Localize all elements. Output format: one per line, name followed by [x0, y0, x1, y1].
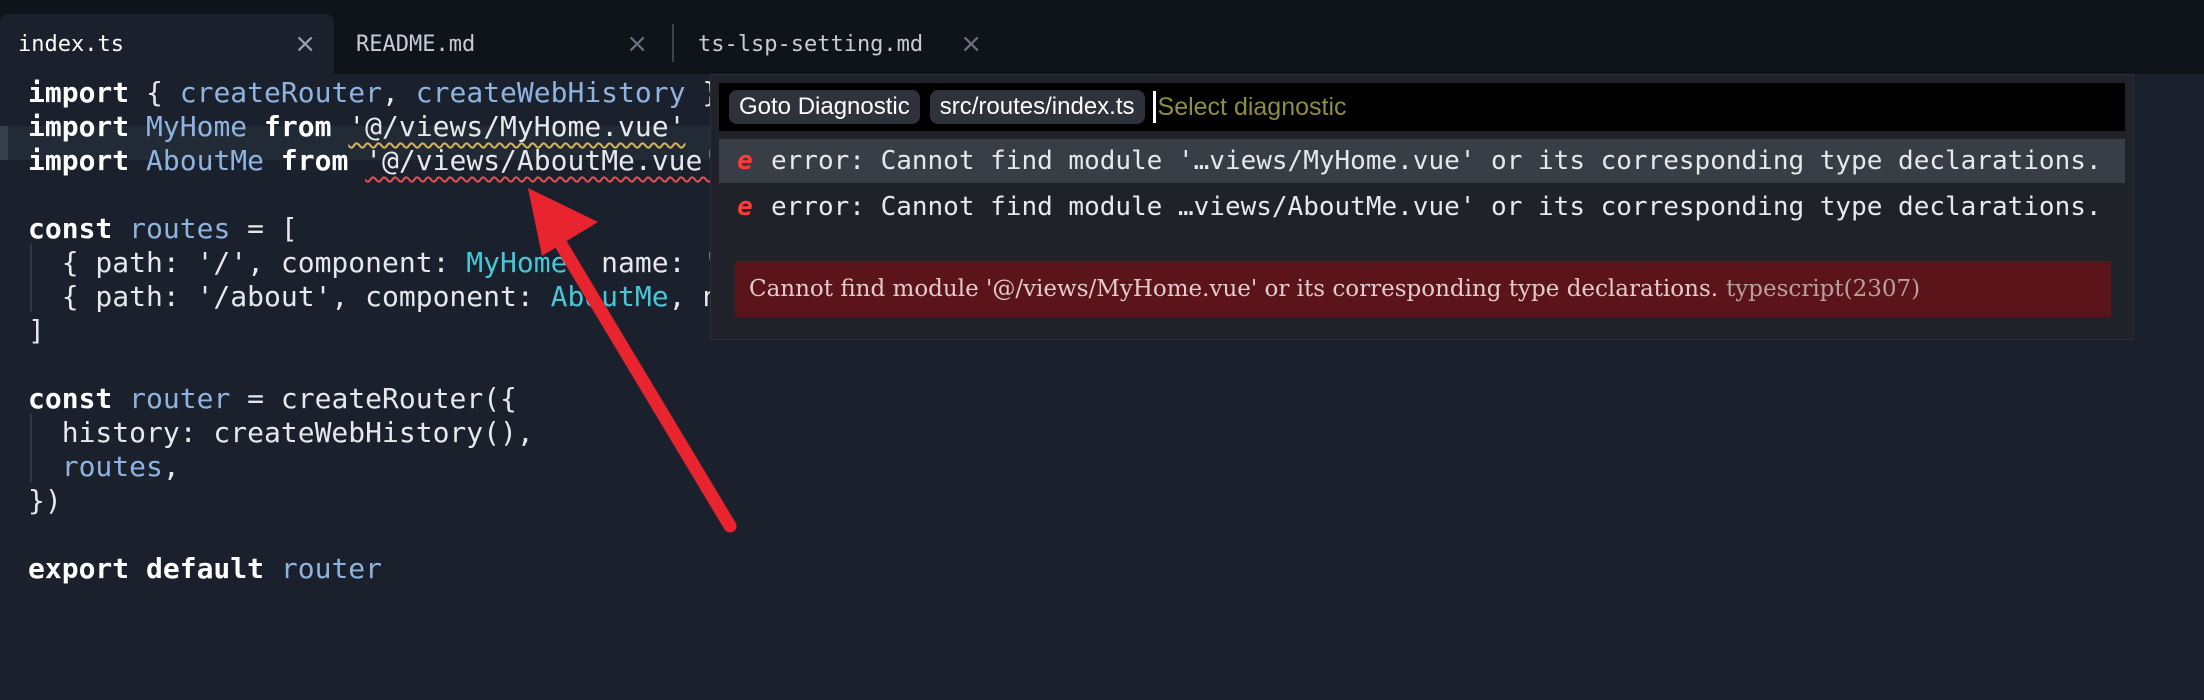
code-line-3: import AboutMe from '@/views/AboutMe.vue…: [28, 144, 720, 177]
quick-input-bar[interactable]: Goto Diagnostic src/routes/index.ts: [719, 83, 2125, 131]
code-line-2: import MyHome from '@/views/MyHome.vue': [28, 110, 686, 143]
warning-squiggle: '@/views/MyHome.vue': [348, 110, 686, 143]
tab-readme-md[interactable]: README.md ×: [338, 14, 666, 74]
code-line-7: { path: '/about', component: AboutMe, na…: [28, 280, 753, 313]
error-icon: e: [737, 146, 753, 176]
diagnostic-text: error: Cannot find module '…views/MyHome…: [771, 146, 2102, 176]
detail-source: typescript(2307): [1726, 276, 1921, 302]
tab-index-ts[interactable]: index.ts ×: [0, 14, 334, 74]
close-icon[interactable]: ×: [294, 31, 316, 57]
error-squiggle: '@/views/AboutMe.vue': [365, 144, 720, 177]
command-label: Goto Diagnostic: [729, 90, 920, 124]
code-line-8: ]: [28, 314, 45, 347]
close-icon[interactable]: ×: [960, 31, 982, 57]
code-line-1: import { createRouter, createWebHistory …: [28, 76, 753, 109]
error-icon: e: [737, 192, 753, 222]
tab-separator: [672, 24, 674, 62]
detail-message: Cannot find module '@/views/MyHome.vue' …: [749, 276, 1719, 302]
code-line-11: history: createWebHistory(),: [28, 416, 534, 449]
diagnostic-item[interactable]: e error: Cannot find module '…views/MyHom…: [719, 139, 2125, 183]
tab-label: ts-lsp-setting.md: [698, 31, 924, 57]
goto-diagnostic-panel: Goto Diagnostic src/routes/index.ts eerr…: [710, 74, 2134, 340]
diagnostic-detail: Cannot find module '@/views/MyHome.vue' …: [735, 261, 2111, 317]
code-line-5: const routes = [: [28, 212, 298, 245]
code-line-12: routes,: [61, 450, 180, 483]
diagnostic-text: error: Cannot find module …views/AboutMe…: [771, 192, 2102, 222]
code-line-15: export default router: [28, 552, 383, 585]
tab-bar: index.ts × README.md × ts-lsp-setting.md…: [0, 0, 2204, 74]
file-label: src/routes/index.ts: [929, 90, 1145, 124]
diagnostic-search-input[interactable]: [1155, 87, 2060, 127]
diagnostic-item[interactable]: e error: Cannot find module …views/AboutM…: [719, 185, 2125, 229]
close-icon[interactable]: ×: [626, 31, 648, 57]
tab-ts-lsp-setting-md[interactable]: ts-lsp-setting.md ×: [680, 14, 1000, 74]
gutter-marker: [0, 126, 8, 160]
code-line-6: { path: '/', component: MyHome, name: 'm…: [28, 246, 753, 279]
code-line-10: const router = createRouter({: [28, 382, 517, 415]
tab-label: README.md: [356, 31, 476, 57]
code-line-13: }): [28, 484, 62, 517]
tab-label: index.ts: [18, 31, 124, 57]
